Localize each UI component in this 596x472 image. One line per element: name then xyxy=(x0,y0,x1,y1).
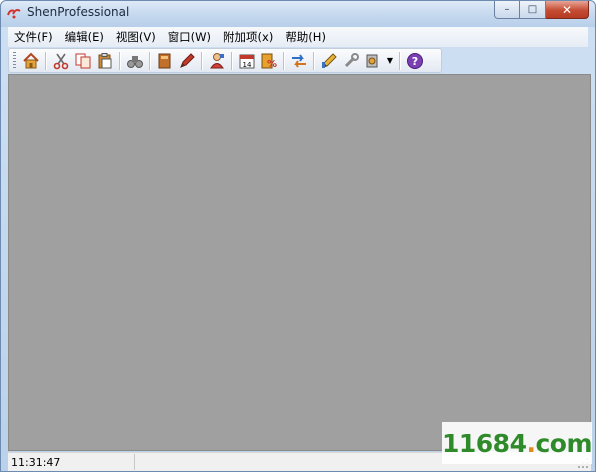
svg-text:14: 14 xyxy=(243,61,252,69)
status-time: 11:31:47 xyxy=(11,456,61,469)
watermark-dot: . xyxy=(526,428,536,458)
toolbar-separator xyxy=(149,51,151,70)
svg-text:%: % xyxy=(267,59,277,70)
toolbar-separator xyxy=(231,51,233,70)
tools-icon xyxy=(366,54,378,67)
book-icon xyxy=(158,53,171,68)
wrench-icon xyxy=(344,52,359,67)
close-button[interactable]: ✕ xyxy=(546,1,589,19)
paste-button[interactable] xyxy=(95,51,115,71)
percent-icon: % xyxy=(261,53,277,70)
window-title: ShenProfessional xyxy=(27,5,130,19)
maximize-button[interactable]: □ xyxy=(520,1,546,19)
menu-window[interactable]: 窗口(W) xyxy=(162,27,217,47)
copy-icon xyxy=(75,53,91,68)
application-window: ShenProfessional – □ ✕ 文件(F) 编辑(E) 视图(V)… xyxy=(0,0,596,472)
status-divider xyxy=(134,454,135,470)
pencil-icon xyxy=(322,52,337,68)
help-icon: ? xyxy=(407,52,423,69)
write-button[interactable] xyxy=(319,51,339,71)
site-watermark: 11684. com xyxy=(441,422,593,464)
menu-addons[interactable]: 附加项(x) xyxy=(217,27,279,47)
app-logo-icon xyxy=(7,9,21,19)
title-bar[interactable]: ShenProfessional – □ ✕ xyxy=(1,1,595,27)
toolbar-separator xyxy=(45,51,47,70)
pen-icon xyxy=(180,52,195,68)
user-button[interactable] xyxy=(207,51,227,71)
percent-button[interactable]: % xyxy=(259,51,279,71)
toolbar-separator xyxy=(283,51,285,70)
settings-button[interactable] xyxy=(341,51,361,71)
tools-button[interactable] xyxy=(363,51,383,71)
paste-icon xyxy=(98,52,112,68)
menu-file[interactable]: 文件(F) xyxy=(8,27,59,47)
svg-text:?: ? xyxy=(412,55,418,68)
arrows-icon xyxy=(292,53,306,68)
cut-icon xyxy=(53,53,69,69)
home-button[interactable] xyxy=(21,51,41,71)
person-icon xyxy=(210,52,224,68)
menu-bar: 文件(F) 编辑(E) 视图(V) 窗口(W) 附加项(x) 帮助(H) xyxy=(8,27,588,47)
binoculars-icon xyxy=(127,55,143,68)
book-button[interactable] xyxy=(155,51,175,71)
mdi-client-area[interactable] xyxy=(8,74,591,451)
transfer-button[interactable] xyxy=(289,51,309,71)
find-button[interactable] xyxy=(125,51,145,71)
menu-help[interactable]: 帮助(H) xyxy=(279,27,332,47)
calendar-button[interactable]: 14 xyxy=(237,51,257,71)
caption-buttons: – □ ✕ xyxy=(494,1,589,21)
help-button[interactable]: ? xyxy=(405,51,425,71)
toolbar-separator xyxy=(201,51,203,70)
toolbar-separator xyxy=(399,51,401,70)
home-icon xyxy=(23,52,39,68)
watermark-tld: com xyxy=(535,428,593,458)
toolbar-separator xyxy=(119,51,121,70)
calendar-icon: 14 xyxy=(239,54,255,69)
menu-edit[interactable]: 编辑(E) xyxy=(59,27,110,47)
copy-button[interactable] xyxy=(73,51,93,71)
watermark-main: 11684 xyxy=(441,428,527,458)
cut-button[interactable] xyxy=(51,51,71,71)
toolbar: 14 % ▼ ? xyxy=(8,48,442,73)
toolbar-grip[interactable] xyxy=(13,52,16,69)
minimize-button[interactable]: – xyxy=(494,1,520,19)
edit-button[interactable] xyxy=(177,51,197,71)
menu-view[interactable]: 视图(V) xyxy=(110,27,162,47)
chevron-down-icon[interactable]: ▼ xyxy=(384,51,396,71)
toolbar-separator xyxy=(313,51,315,70)
